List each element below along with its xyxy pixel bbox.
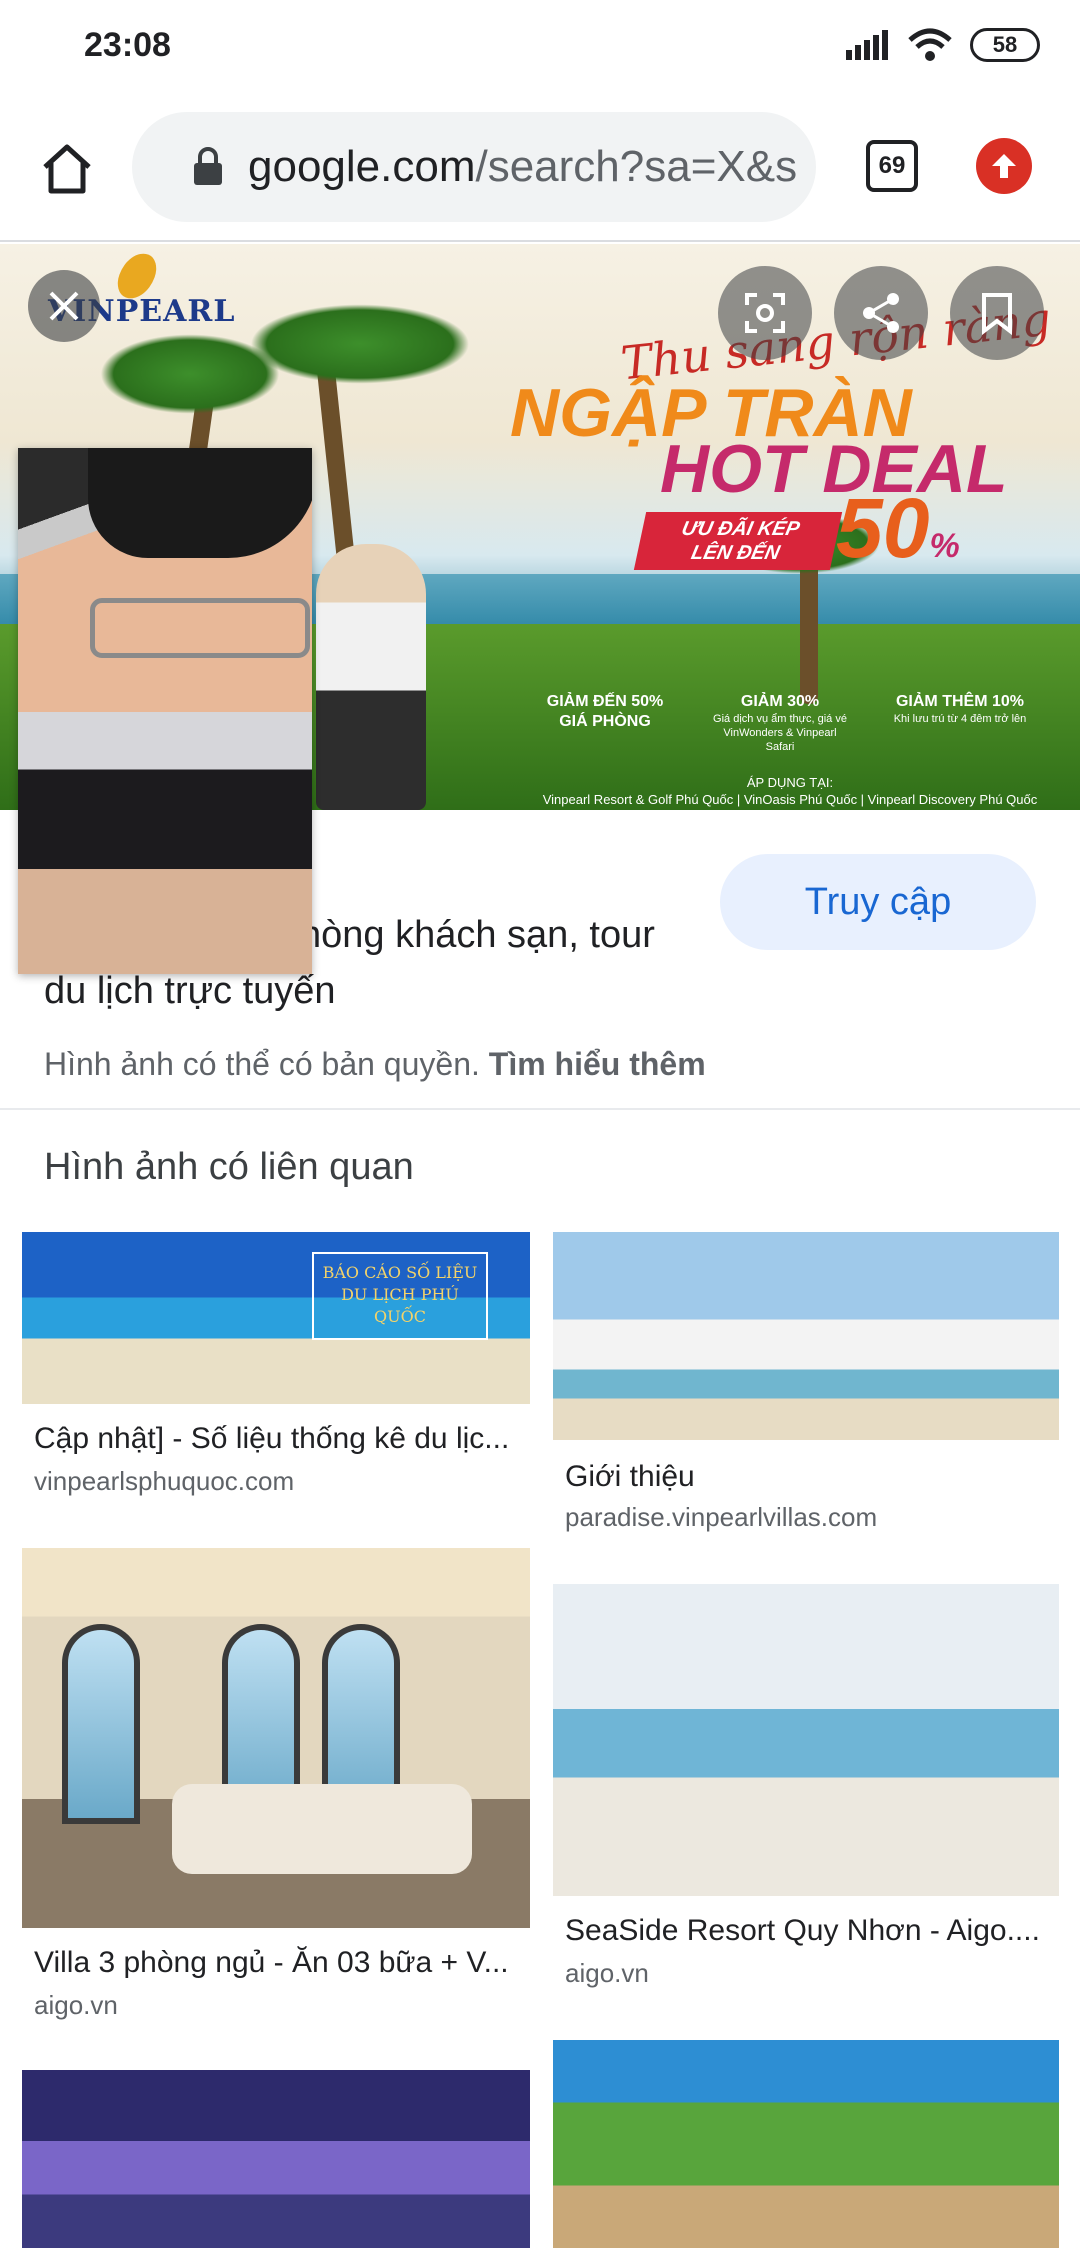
related-image-card[interactable]: BÁO CÁO SỐ LIỆU DU LỊCH PHÚ QUỐC Cập nhậ… xyxy=(22,1232,530,1502)
update-button[interactable] xyxy=(976,138,1032,194)
status-icons: 58 xyxy=(846,28,1040,62)
save-button[interactable] xyxy=(950,266,1044,360)
offer-badge: ƯU ĐÃI KÉP LÊN ĐẾN xyxy=(633,512,843,570)
deal-item: GIẢM 30% Giá dịch vụ ẩm thực, giá vé VinW… xyxy=(713,693,847,753)
status-bar: 23:08 58 xyxy=(0,0,1080,96)
related-source: aigo.vn xyxy=(565,1958,649,1988)
apply-locations: ÁP DỤNG TẠI: Vinpearl Resort & Golf Phú … xyxy=(542,775,1038,807)
related-thumbnail[interactable] xyxy=(553,1584,1059,1896)
copyright-notice: Hình ảnh có thể có bản quyền. Tìm hiểu t… xyxy=(44,1046,706,1082)
lock-icon[interactable] xyxy=(184,143,232,191)
related-image-card[interactable]: SeaSide Resort Quy Nhơn - Aigo.... aigo.… xyxy=(553,1584,1059,1994)
home-button[interactable] xyxy=(30,132,104,206)
remote-video xyxy=(18,448,312,712)
url-path: /search?sa=X&s xyxy=(475,142,798,191)
related-source: paradise.vinpearlvillas.com xyxy=(565,1502,878,1532)
related-source: vinpearlsphuquoc.com xyxy=(34,1466,295,1496)
lens-button[interactable] xyxy=(718,266,812,360)
model-figure xyxy=(316,544,426,810)
related-thumbnail[interactable] xyxy=(22,2070,530,2248)
bookmark-icon xyxy=(982,293,1012,335)
share-icon xyxy=(863,293,899,333)
signal-icon xyxy=(846,30,888,60)
deal-item: GIẢM ĐẾN 50% GIÁ PHÒNG xyxy=(546,693,664,730)
related-caption[interactable]: Villa 3 phòng ngủ - Ăn 03 bữa + V... xyxy=(34,1946,534,1980)
related-thumbnail[interactable] xyxy=(553,2040,1059,2248)
url-text[interactable]: google.com/search?sa=X&s xyxy=(248,142,797,192)
page-title-line-1[interactable]: hòng khách sạn, tour xyxy=(300,914,655,957)
learn-more-link[interactable]: Tìm hiểu thêm xyxy=(489,1046,706,1082)
related-source: aigo.vn xyxy=(34,1990,118,2020)
related-image-card[interactable]: Giới thiệu paradise.vinpearlvillas.com xyxy=(553,1232,1059,1538)
related-image-card[interactable] xyxy=(22,2070,530,2248)
video-call-overlay[interactable] xyxy=(18,448,312,974)
home-icon xyxy=(43,144,91,194)
related-image-card[interactable] xyxy=(553,2040,1059,2248)
share-button[interactable] xyxy=(834,266,928,360)
visit-button[interactable]: Truy cập xyxy=(720,854,1036,950)
related-image-card[interactable]: Villa 3 phòng ngủ - Ăn 03 bữa + V... aig… xyxy=(22,1548,530,2024)
page-title-line-2[interactable]: du lịch trực tuyến xyxy=(44,970,336,1013)
close-preview-button[interactable] xyxy=(28,270,100,342)
url-host: google.com xyxy=(248,142,476,191)
related-caption[interactable]: SeaSide Resort Quy Nhơn - Aigo.... xyxy=(565,1914,1059,1948)
wifi-icon xyxy=(908,28,952,61)
related-thumbnail[interactable] xyxy=(553,1232,1059,1440)
close-icon xyxy=(49,291,79,321)
related-thumbnail[interactable]: BÁO CÁO SỐ LIỆU DU LỊCH PHÚ QUỐC xyxy=(22,1232,530,1404)
tab-switcher-button[interactable]: 69 xyxy=(866,140,918,192)
address-bar[interactable]: google.com/search?sa=X&s xyxy=(132,112,816,222)
related-thumbnail[interactable] xyxy=(22,1548,530,1928)
browser-toolbar: google.com/search?sa=X&s 69 xyxy=(0,96,1080,242)
lens-icon xyxy=(745,293,785,333)
arrow-up-icon xyxy=(992,154,1016,178)
status-time: 23:08 xyxy=(84,26,171,64)
battery-indicator: 58 xyxy=(970,28,1040,62)
related-caption[interactable]: Giới thiệu xyxy=(565,1460,1059,1494)
related-images-heading: Hình ảnh có liên quan xyxy=(44,1146,414,1188)
thumbnail-sign: BÁO CÁO SỐ LIỆU DU LỊCH PHÚ QUỐC xyxy=(312,1252,488,1340)
related-caption[interactable]: Cập nhật] - Số liệu thống kê du lịc... xyxy=(34,1422,534,1456)
offer-percent: 50% xyxy=(836,481,960,575)
self-video xyxy=(18,712,312,974)
deal-item: GIẢM THÊM 10% Khi lưu trú từ 4 đêm trở lê… xyxy=(893,693,1027,725)
